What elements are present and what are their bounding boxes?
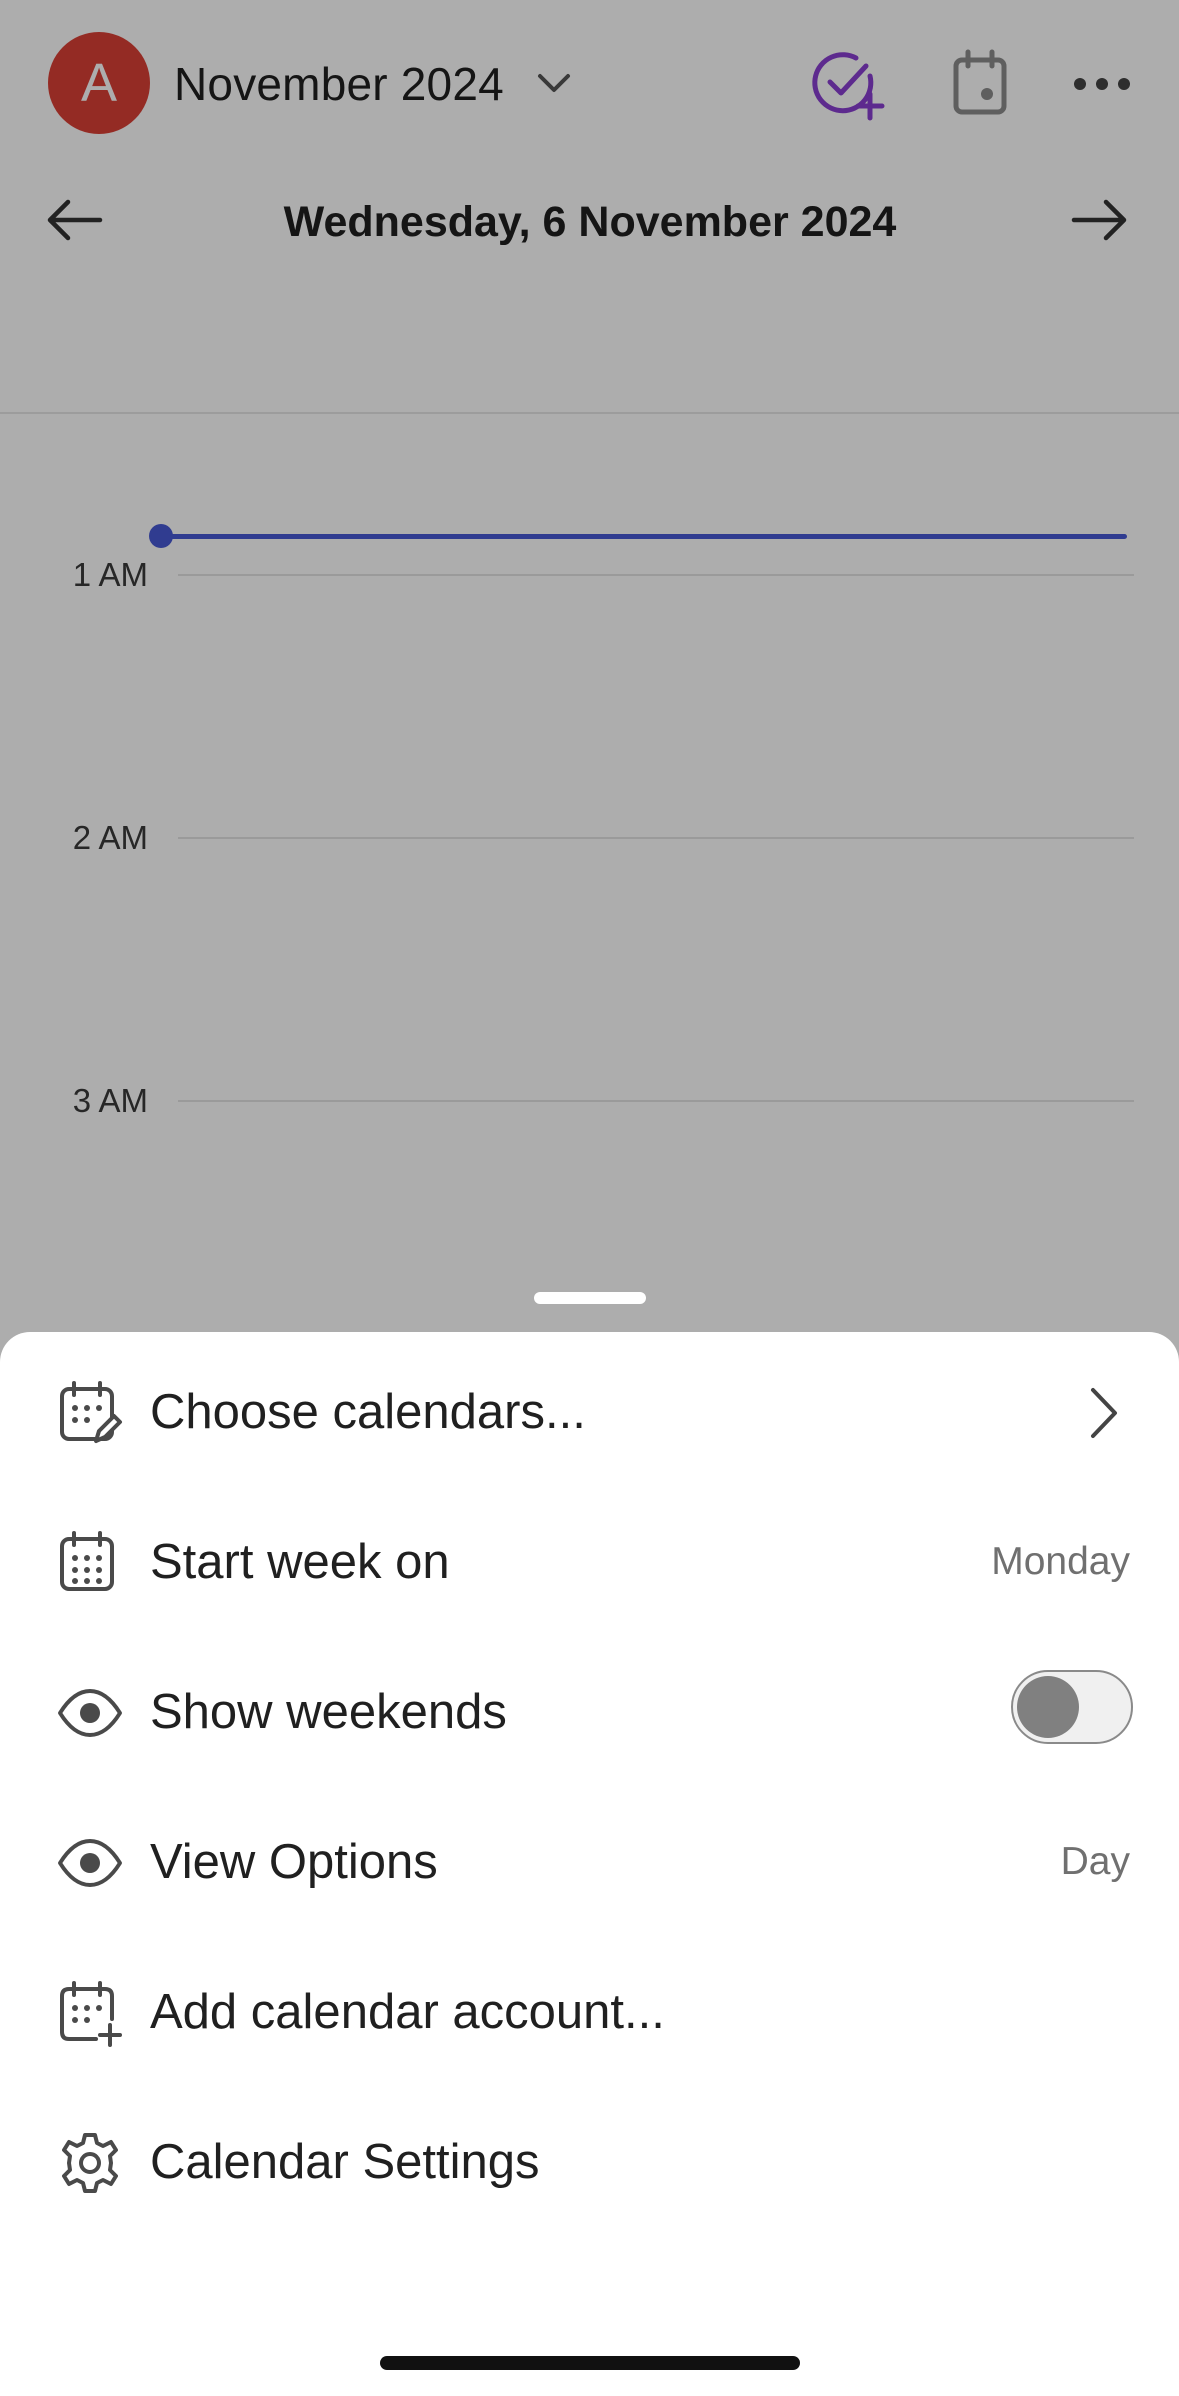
menu-item-calendar-settings[interactable]: Calendar Settings	[0, 2082, 1179, 2232]
menu-item-choose-calendars[interactable]: Choose calendars...	[0, 1332, 1179, 1482]
toggle-knob	[1017, 1676, 1079, 1738]
calendar-icon	[56, 1529, 124, 1597]
show-weekends-toggle[interactable]	[1011, 1670, 1133, 1744]
calendar-options-sheet: Choose calendars... Start week on Monday…	[0, 1332, 1179, 2396]
home-indicator[interactable]	[380, 2356, 800, 2370]
menu-item-value: Day	[1060, 1840, 1130, 1883]
menu-item-label: Add calendar account...	[150, 1985, 665, 2039]
calendar-add-icon	[56, 1979, 124, 2047]
menu-item-label: Show weekends	[150, 1685, 507, 1739]
eye-icon	[56, 1679, 124, 1747]
calendar-edit-icon	[56, 1379, 124, 1447]
menu-item-value: Monday	[991, 1540, 1130, 1583]
menu-item-label: Calendar Settings	[150, 2135, 540, 2189]
chevron-right-icon	[1083, 1384, 1123, 1442]
menu-item-add-calendar-account[interactable]: Add calendar account...	[0, 1932, 1179, 2082]
menu-item-start-week-on[interactable]: Start week on Monday	[0, 1482, 1179, 1632]
menu-item-view-options[interactable]: View Options Day	[0, 1782, 1179, 1932]
gear-icon	[56, 2129, 124, 2197]
menu-item-show-weekends[interactable]: Show weekends	[0, 1632, 1179, 1782]
menu-item-label: Choose calendars...	[150, 1385, 586, 1439]
menu-item-label: Start week on	[150, 1535, 450, 1589]
eye-icon	[56, 1829, 124, 1897]
menu-item-label: View Options	[150, 1835, 438, 1889]
sheet-drag-handle[interactable]	[534, 1292, 646, 1304]
